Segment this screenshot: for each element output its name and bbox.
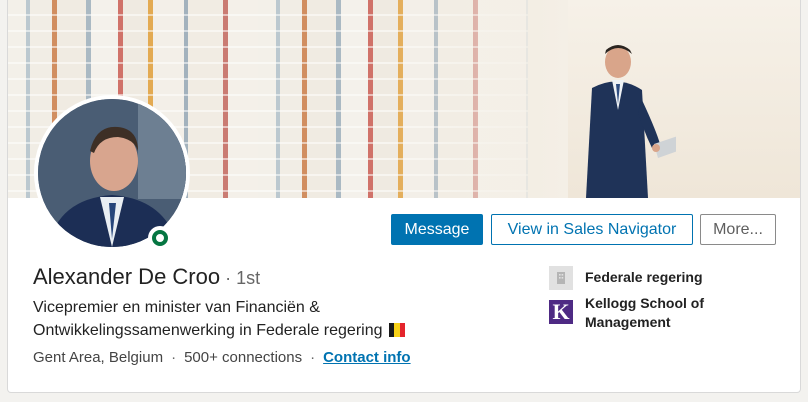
connections-count[interactable]: 500+ connections: [184, 349, 302, 366]
profile-headline: Vicepremier en minister van Financiën & …: [33, 296, 503, 342]
connection-degree: · 1st: [220, 268, 261, 288]
belgium-flag-icon: [388, 321, 405, 337]
avatar-photo: [38, 99, 186, 247]
profile-name-row: Alexander De Croo · 1st: [33, 264, 260, 290]
kellogg-logo: K: [549, 300, 573, 324]
contact-info-link[interactable]: Contact info: [323, 349, 411, 366]
profile-name: Alexander De Croo: [33, 264, 221, 289]
building-icon: [549, 266, 573, 290]
profile-meta: Gent Area, Belgium · 500+ connections · Cont…: [33, 349, 411, 366]
view-in-sales-navigator-button[interactable]: View in Sales Navigator: [491, 214, 693, 245]
education-school[interactable]: Kellogg School of Management: [585, 294, 704, 332]
profile-avatar[interactable]: [38, 99, 186, 247]
profile-card: Message View in Sales Navigator More... …: [7, 0, 801, 393]
message-button[interactable]: Message: [391, 214, 483, 245]
current-company[interactable]: Federale regering: [585, 268, 703, 287]
banner-person-illustration: [586, 45, 676, 198]
more-actions-button[interactable]: More...: [700, 214, 776, 245]
location: Gent Area, Belgium: [33, 349, 164, 366]
online-status-icon: [148, 226, 172, 250]
